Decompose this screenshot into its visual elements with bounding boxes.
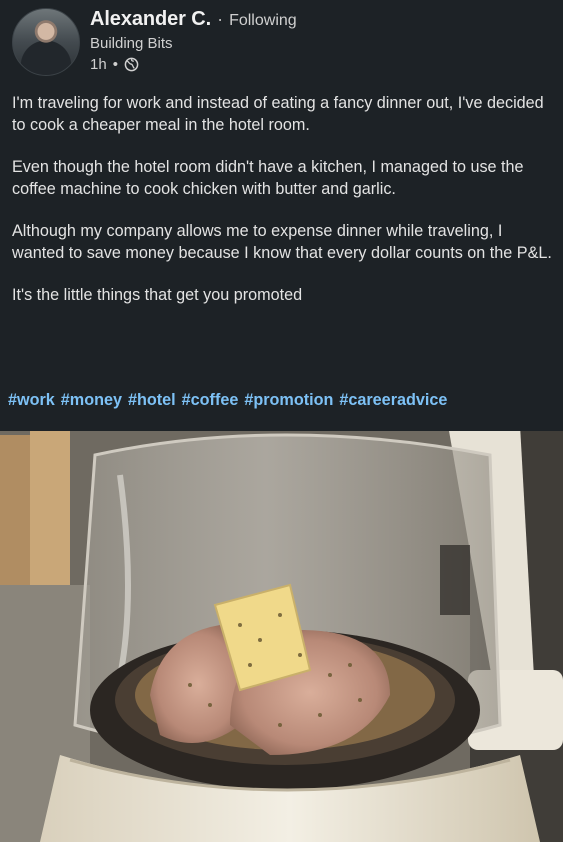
hashtag-money[interactable]: #money xyxy=(61,391,122,415)
post-header: Alexander C. · Following Building Bits 1… xyxy=(12,8,552,78)
hashtag-hotel[interactable]: #hotel xyxy=(128,391,176,415)
image-top-edge xyxy=(0,425,563,431)
post-time: 1h xyxy=(90,56,107,73)
hashtag-list: #work #money #hotel #coffee #promotion #… xyxy=(8,391,558,415)
hashtag-careeradvice[interactable]: #careeradvice xyxy=(339,391,447,415)
hashtag-coffee[interactable]: #coffee xyxy=(182,391,239,415)
hashtag-promotion[interactable]: #promotion xyxy=(244,391,333,415)
avatar[interactable] xyxy=(12,8,80,76)
coffee-pot-chicken-illustration xyxy=(0,425,563,842)
post-paragraph: I'm traveling for work and instead of ea… xyxy=(12,94,544,134)
meta-separator: • xyxy=(112,56,118,73)
post-paragraph: It's the little things that get you prom… xyxy=(12,286,303,304)
post-meta: 1h • xyxy=(90,56,139,73)
author-row: Alexander C. · Following xyxy=(90,8,297,34)
following-status[interactable]: Following xyxy=(229,12,297,30)
hashtag-work[interactable]: #work xyxy=(8,391,55,415)
globe-icon xyxy=(124,57,139,72)
name-separator: · xyxy=(217,9,224,29)
post-body: I'm traveling for work and instead of ea… xyxy=(12,92,552,326)
post-image[interactable] xyxy=(0,425,563,842)
author-name[interactable]: Alexander C. xyxy=(90,8,211,31)
author-subtitle: Building Bits xyxy=(90,35,173,52)
post-paragraph: Although my company allows me to expense… xyxy=(12,222,552,262)
post-paragraph: Even though the hotel room didn't have a… xyxy=(12,158,524,198)
